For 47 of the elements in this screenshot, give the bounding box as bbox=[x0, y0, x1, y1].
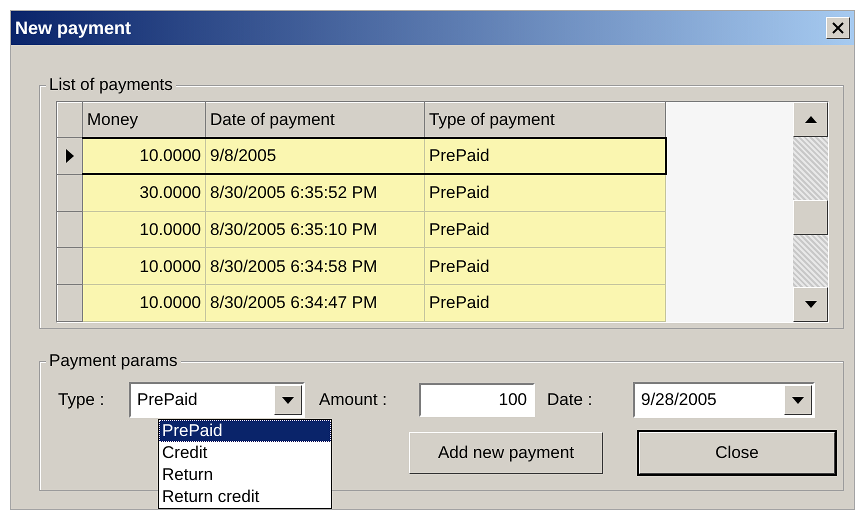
down-arrow-icon bbox=[804, 301, 816, 308]
table-cell: 10.0000 bbox=[82, 211, 206, 248]
scroll-thumb[interactable] bbox=[793, 200, 828, 235]
table-cell: PrePaid bbox=[424, 248, 666, 285]
window-title: New payment bbox=[15, 16, 132, 40]
table-cell: PrePaid bbox=[424, 138, 666, 174]
column-header[interactable]: Date of payment bbox=[206, 102, 424, 138]
table-cell: 8/30/2005 6:34:58 PM bbox=[206, 248, 424, 285]
table-cell: 30.0000 bbox=[82, 174, 206, 212]
table-cell: 8/30/2005 6:35:10 PM bbox=[206, 211, 424, 248]
close-icon bbox=[832, 22, 844, 34]
table-cell: 8/30/2005 6:34:47 PM bbox=[206, 284, 424, 322]
table-cell: PrePaid bbox=[424, 284, 666, 322]
table-cell: 10.0000 bbox=[82, 138, 206, 174]
table-cell: PrePaid bbox=[424, 174, 666, 212]
dropdown-arrow-icon bbox=[282, 396, 294, 404]
add-payment-button[interactable]: Add new payment bbox=[409, 432, 603, 474]
dropdown-option[interactable]: Credit bbox=[159, 442, 331, 464]
date-picker[interactable]: 9/28/2005 bbox=[633, 382, 815, 418]
scroll-up-button[interactable] bbox=[793, 102, 828, 137]
date-label: Date : bbox=[547, 389, 594, 412]
scroll-down-button[interactable] bbox=[793, 287, 828, 322]
current-row-icon bbox=[66, 148, 74, 163]
close-button[interactable]: Close bbox=[639, 432, 835, 474]
amount-label: Amount : bbox=[319, 389, 388, 412]
table-cell: 8/30/2005 6:35:52 PM bbox=[206, 174, 424, 212]
table-cell: PrePaid bbox=[424, 211, 666, 248]
dropdown-arrow-icon bbox=[792, 396, 804, 404]
dropdown-option[interactable]: Return bbox=[159, 464, 331, 486]
group-title: List of payments bbox=[46, 75, 176, 95]
combo-value: PrePaid bbox=[136, 389, 198, 412]
type-label: Type : bbox=[57, 389, 106, 412]
table-cell: 9/8/2005 bbox=[206, 138, 424, 174]
dropdown-option[interactable]: Return credit bbox=[159, 486, 331, 508]
date-value: 9/28/2005 bbox=[640, 389, 718, 412]
row-selector[interactable] bbox=[58, 138, 82, 174]
amount-field[interactable]: 100 bbox=[419, 383, 535, 417]
dropdown-option[interactable]: PrePaid bbox=[159, 420, 331, 442]
column-header[interactable]: Money bbox=[82, 102, 206, 138]
table-cell: 10.0000 bbox=[82, 284, 206, 322]
column-header[interactable]: Type of payment bbox=[424, 102, 666, 138]
up-arrow-icon bbox=[804, 116, 816, 123]
table-cell: 10.0000 bbox=[82, 248, 206, 285]
type-combo[interactable]: PrePaid bbox=[129, 382, 305, 418]
scrollbar[interactable] bbox=[793, 102, 828, 322]
group-title: Payment params bbox=[46, 351, 180, 371]
close-button[interactable] bbox=[826, 17, 850, 39]
